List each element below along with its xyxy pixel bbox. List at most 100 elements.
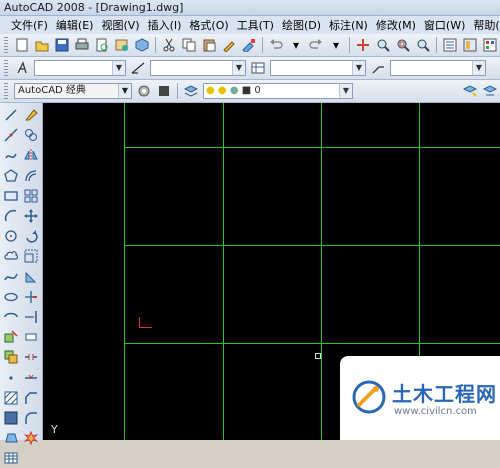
new-file-icon[interactable]: [14, 37, 30, 53]
modify-toolbar: [21, 105, 41, 448]
tool-palettes-icon[interactable]: [482, 37, 498, 53]
chamfer-icon[interactable]: [23, 389, 39, 407]
layer-combo[interactable]: ● ● ● ■ 0 ▼: [203, 83, 353, 99]
lock-icon: ●: [229, 85, 239, 96]
move-icon[interactable]: [23, 207, 39, 225]
make-current-layer-icon[interactable]: [462, 83, 478, 99]
copy-object-icon[interactable]: [23, 126, 39, 144]
construction-line-icon[interactable]: [3, 126, 19, 144]
table-style-combo[interactable]: ▼: [270, 60, 366, 76]
dimension-style-icon[interactable]: [130, 60, 146, 76]
revision-cloud-icon[interactable]: [3, 247, 19, 265]
polygon-icon[interactable]: [3, 167, 19, 185]
erase-icon[interactable]: [23, 106, 39, 124]
zoom-previous-icon[interactable]: [415, 37, 431, 53]
make-block-icon[interactable]: [3, 348, 19, 366]
arc-icon[interactable]: [3, 207, 19, 225]
rotate-icon[interactable]: [23, 227, 39, 245]
insert-block-icon[interactable]: [3, 328, 19, 346]
hatch-icon[interactable]: [3, 389, 19, 407]
toolbar-separator: [436, 37, 437, 53]
array-icon[interactable]: [23, 187, 39, 205]
workspace-combo[interactable]: AutoCAD 经典 ▼: [14, 83, 132, 99]
gradient-icon[interactable]: [3, 409, 19, 427]
undo-icon[interactable]: [268, 37, 284, 53]
copy-icon[interactable]: [181, 37, 197, 53]
toolbar-grip[interactable]: [4, 82, 8, 100]
table-icon[interactable]: [3, 449, 19, 467]
3d-dwf-icon[interactable]: [134, 37, 150, 53]
workspace-value: AutoCAD 经典: [18, 85, 86, 96]
text-style-icon[interactable]: [14, 60, 30, 76]
pan-icon[interactable]: [355, 37, 371, 53]
stretch-icon[interactable]: [23, 268, 39, 286]
menu-dimension[interactable]: 标注(N): [325, 17, 372, 33]
workspace-settings-icon[interactable]: [136, 83, 152, 99]
match-properties-icon[interactable]: [221, 37, 237, 53]
point-icon[interactable]: [3, 368, 19, 386]
menu-view[interactable]: 视图(V): [97, 17, 143, 33]
multileader-style-combo[interactable]: ▼: [390, 60, 486, 76]
dimension-style-combo[interactable]: ▼: [150, 60, 246, 76]
redo-dropdown-icon[interactable]: ▾: [328, 37, 344, 53]
publish-icon[interactable]: [114, 37, 130, 53]
spline-icon[interactable]: [3, 268, 19, 286]
text-style-combo[interactable]: ▼: [34, 60, 126, 76]
redo-icon[interactable]: [308, 37, 324, 53]
draw-toolbar: [1, 105, 21, 468]
ellipse-arc-icon[interactable]: [3, 308, 19, 326]
circle-icon[interactable]: [3, 227, 19, 245]
save-icon[interactable]: [54, 37, 70, 53]
trim-icon[interactable]: [23, 288, 39, 306]
design-center-icon[interactable]: [462, 37, 478, 53]
explode-icon[interactable]: [23, 429, 39, 447]
layer-properties-icon[interactable]: [183, 83, 199, 99]
workspace-toolbar: AutoCAD 经典 ▼ ● ● ● ■ 0 ▼: [0, 80, 500, 103]
grid-line: [124, 147, 500, 148]
line-icon[interactable]: [3, 106, 19, 124]
rectangle-icon[interactable]: [3, 187, 19, 205]
print-preview-icon[interactable]: [94, 37, 110, 53]
break-at-point-icon[interactable]: [23, 328, 39, 346]
join-icon[interactable]: [23, 368, 39, 386]
chevron-down-icon: ▼: [472, 61, 485, 75]
toolbar-grip[interactable]: [4, 36, 8, 54]
my-workspace-icon[interactable]: [156, 83, 172, 99]
cut-icon[interactable]: [161, 37, 177, 53]
ellipse-icon[interactable]: [3, 288, 19, 306]
crosshair-pickbox: [315, 353, 321, 359]
multileader-style-icon[interactable]: [370, 60, 386, 76]
menu-draw[interactable]: 绘图(D): [278, 17, 325, 33]
offset-icon[interactable]: [23, 167, 39, 185]
menu-tools[interactable]: 工具(T): [233, 17, 278, 33]
break-icon[interactable]: [23, 348, 39, 366]
properties-icon[interactable]: [442, 37, 458, 53]
block-editor-icon[interactable]: [241, 37, 257, 53]
print-icon[interactable]: [74, 37, 90, 53]
menu-file[interactable]: 文件(F): [7, 17, 52, 33]
ucs-y-label: Y: [51, 423, 58, 436]
open-file-icon[interactable]: [34, 37, 50, 53]
sun-icon: ●: [217, 85, 227, 96]
scale-icon[interactable]: [23, 247, 39, 265]
menu-window[interactable]: 窗口(W): [420, 17, 469, 33]
table-style-icon[interactable]: [250, 60, 266, 76]
chevron-down-icon: ▼: [339, 84, 352, 98]
menu-modify[interactable]: 修改(M): [372, 17, 420, 33]
toolbar-grip[interactable]: [4, 59, 8, 77]
fillet-icon[interactable]: [23, 409, 39, 427]
undo-dropdown-icon[interactable]: ▾: [288, 37, 304, 53]
zoom-window-icon[interactable]: [395, 37, 411, 53]
polyline-icon[interactable]: [3, 146, 19, 164]
menu-insert[interactable]: 插入(I): [144, 17, 186, 33]
standard-toolbar: ▾ ▾: [0, 34, 500, 57]
extend-icon[interactable]: [23, 308, 39, 326]
menu-format[interactable]: 格式(O): [185, 17, 232, 33]
mirror-icon[interactable]: [23, 146, 39, 164]
layer-previous-icon[interactable]: [482, 83, 498, 99]
menu-help[interactable]: 帮助(H): [469, 17, 500, 33]
zoom-realtime-icon[interactable]: [375, 37, 391, 53]
region-icon[interactable]: [3, 429, 19, 447]
paste-icon[interactable]: [201, 37, 217, 53]
menu-edit[interactable]: 编辑(E): [52, 17, 98, 33]
